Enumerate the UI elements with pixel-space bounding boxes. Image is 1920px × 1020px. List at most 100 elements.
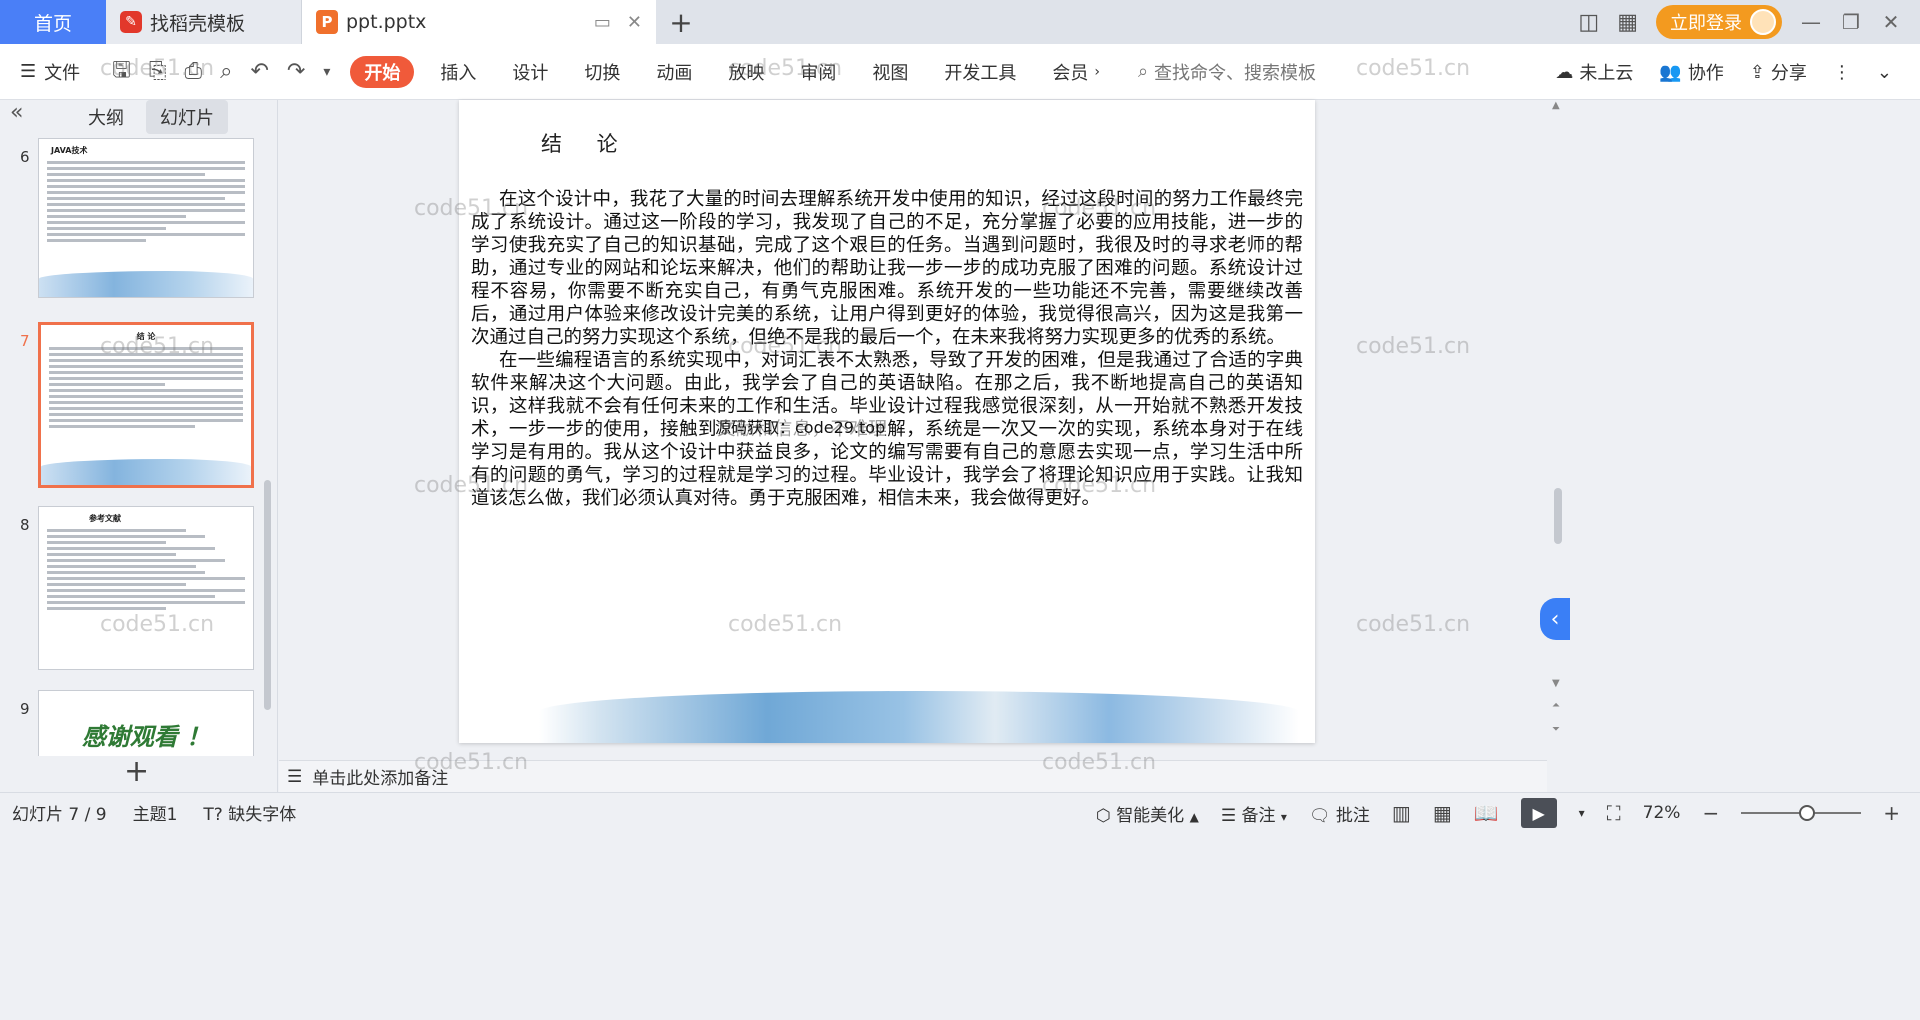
window-mode-icon[interactable]: ▭ (594, 12, 611, 33)
restore-icon[interactable]: ❐ (1840, 10, 1862, 34)
thumbnail-number: 9 (20, 700, 30, 718)
print-icon[interactable]: ⎙ (185, 59, 203, 84)
zoom-out-icon[interactable]: − (1702, 801, 1719, 825)
fit-window-icon[interactable]: ⛶ (1607, 801, 1621, 825)
tab-outline[interactable]: 大纲 (74, 100, 138, 134)
slide-body[interactable]: 在这个设计中，我花了大量的时间去理解系统开发中使用的知识，经过这段时间的努力工作… (471, 188, 1303, 510)
tab-find-template[interactable]: ✎ 找稻壳模板 (106, 0, 302, 44)
slides-panel: « 大纲 幻灯片 6 JAVA技术 7 结 论 8 参考文献 9 感谢观看 ！ … (0, 100, 278, 792)
customize-toolbar-icon[interactable]: ▾ (323, 64, 330, 80)
new-tab-button[interactable]: + (656, 0, 706, 44)
minimize-icon[interactable]: — (1800, 10, 1822, 34)
thumbnail-list: 6 JAVA技术 7 结 论 8 参考文献 9 感谢观看 ！ (0, 136, 262, 756)
notes-bar[interactable]: ☰ 单击此处添加备注 (279, 760, 1547, 792)
undo-icon[interactable]: ↶ (250, 59, 268, 84)
ribbon-tab-transition[interactable]: 切换 (566, 44, 638, 100)
beautify-icon: ⬡ (1095, 805, 1111, 826)
chevron-right-icon[interactable]: › (1094, 64, 1100, 80)
reading-view-icon[interactable]: 📖 (1474, 801, 1499, 825)
save-icon[interactable]: 🖫 (112, 53, 131, 91)
prev-slide-icon[interactable]: ⏶ (1552, 700, 1560, 711)
zoom-slider[interactable] (1741, 805, 1862, 821)
ribbon-tab-member[interactable]: 会员 › (1034, 44, 1118, 100)
ribbon-tab-design[interactable]: 设计 (494, 44, 566, 100)
missing-font-icon: T? (203, 805, 223, 825)
search-icon: ⌕ (1137, 61, 1149, 82)
ribbon-tab-review[interactable]: 审阅 (782, 44, 854, 100)
scroll-up-icon[interactable]: ▲ (1552, 100, 1560, 111)
slide-thumbnail-active[interactable]: 结 论 (38, 322, 254, 488)
ribbon-tab-slideshow[interactable]: 放映 (710, 44, 782, 100)
add-slide-icon[interactable]: + (124, 754, 149, 789)
collaborate-label: 协作 (1687, 63, 1724, 84)
canvas-scrollbar[interactable]: ▲ ▼ ⏶ ⏷ (1548, 100, 1568, 792)
file-menu[interactable]: ☰ 文件 (0, 59, 100, 85)
export-icon[interactable]: ⎘ (149, 59, 167, 84)
redo-icon[interactable]: ↷ (287, 59, 305, 84)
layout-icon[interactable]: ◫ (1578, 10, 1599, 35)
ribbon-tab-insert[interactable]: 插入 (422, 44, 494, 100)
caret-up-icon: ▲ (1189, 809, 1199, 824)
normal-view-icon[interactable]: ▥ (1392, 801, 1411, 825)
play-slideshow-button[interactable]: ▶ (1520, 798, 1557, 828)
current-slide[interactable]: 结 论 在这个设计中，我花了大量的时间去理解系统开发中使用的知识，经过这段时间的… (459, 100, 1315, 743)
thumbnail-title: 结 论 (136, 332, 156, 341)
slide-thumbnail[interactable]: 感谢观看 ！ (38, 690, 254, 756)
tab-home[interactable]: 首页 (0, 0, 106, 44)
comment-label: 批注 (1335, 805, 1370, 826)
missing-font-button[interactable]: T? 缺失字体 (203, 800, 296, 825)
thumbnail-title: 感谢观看 ！ (81, 722, 211, 751)
zoom-level[interactable]: 72% (1643, 803, 1681, 823)
smart-beautify-button[interactable]: ⬡ 智能美化 ▲ (1096, 801, 1199, 826)
share-button[interactable]: ⇪ 分享 (1750, 59, 1807, 85)
theme-name[interactable]: 主题1 (133, 800, 178, 825)
share-label: 分享 (1770, 63, 1807, 84)
tab-document-label: ppt.pptx (346, 11, 427, 33)
scroll-down-icon[interactable]: ▼ (1552, 678, 1560, 689)
zoom-in-icon[interactable]: + (1883, 801, 1900, 825)
comment-button[interactable]: 🗨 批注 (1309, 801, 1370, 826)
collaborate-icon: 👥 (1659, 61, 1682, 83)
ribbon-tab-developer[interactable]: 开发工具 (926, 44, 1034, 100)
notes-icon: ☰ (287, 766, 303, 787)
tab-document[interactable]: P ppt.pptx ▭ ✕ (302, 0, 656, 44)
sorter-view-icon[interactable]: ▦ (1433, 801, 1452, 825)
collapse-ribbon-icon[interactable]: ⌄ (1877, 62, 1892, 83)
next-slide-icon[interactable]: ⏷ (1552, 724, 1560, 735)
thumbnail-number: 6 (20, 148, 30, 166)
collapse-panel-icon[interactable]: « (10, 100, 23, 125)
cloud-status[interactable]: ☁ 未上云 (1555, 59, 1633, 85)
side-panel-toggle-icon[interactable]: ‹ (1540, 598, 1570, 640)
docer-logo-icon: ✎ (120, 11, 142, 33)
slide-thumbnail[interactable]: 参考文献 (38, 506, 254, 670)
canvas-scroll-thumb[interactable] (1554, 488, 1562, 544)
close-window-icon[interactable]: ✕ (1880, 10, 1902, 34)
apps-grid-icon[interactable]: ▦ (1617, 10, 1638, 35)
close-tab-icon[interactable]: ✕ (627, 12, 642, 33)
zoom-slider-knob[interactable] (1799, 805, 1816, 821)
search-placeholder: 查找命令、搜索模板 (1154, 62, 1317, 84)
thumbnail-text-lines (41, 347, 251, 428)
ribbon-tab-home[interactable]: 开始 (350, 55, 415, 88)
play-options-icon[interactable]: ▾ (1579, 806, 1585, 820)
command-search[interactable]: ⌕ 查找命令、搜索模板 (1138, 59, 1316, 85)
cloud-status-label: 未上云 (1579, 63, 1634, 84)
ribbon: ☰ 文件 🖫 ⎘ ⎙ ⌕ ↶ ↷ ▾ 开始 插入 设计 切换 动画 放映 审阅 … (0, 44, 1920, 100)
slide-title[interactable]: 结 论 (541, 128, 632, 158)
ribbon-tab-member-label: 会员 (1052, 62, 1089, 84)
collaborate-button[interactable]: 👥 协作 (1659, 59, 1723, 85)
tab-slides[interactable]: 幻灯片 (146, 100, 228, 134)
caret-down-icon: ▾ (1280, 809, 1287, 824)
ribbon-tab-animation[interactable]: 动画 (638, 44, 710, 100)
login-button[interactable]: 立即登录 (1656, 5, 1782, 39)
thumbnail-scrollbar[interactable] (264, 480, 271, 710)
thumbnail-number: 7 (20, 332, 30, 350)
thumbnail-title: JAVA技术 (51, 146, 88, 155)
print-preview-icon[interactable]: ⌕ (220, 59, 232, 84)
notes-toggle-button[interactable]: ☰ 备注 ▾ (1221, 801, 1287, 826)
panel-view-tabs: 大纲 幻灯片 (74, 100, 228, 134)
slide-thumbnail[interactable]: JAVA技术 (38, 138, 254, 298)
thumbnail-text-lines (39, 161, 253, 242)
more-icon[interactable]: ⋮ (1833, 62, 1851, 83)
ribbon-tab-view[interactable]: 视图 (854, 44, 926, 100)
